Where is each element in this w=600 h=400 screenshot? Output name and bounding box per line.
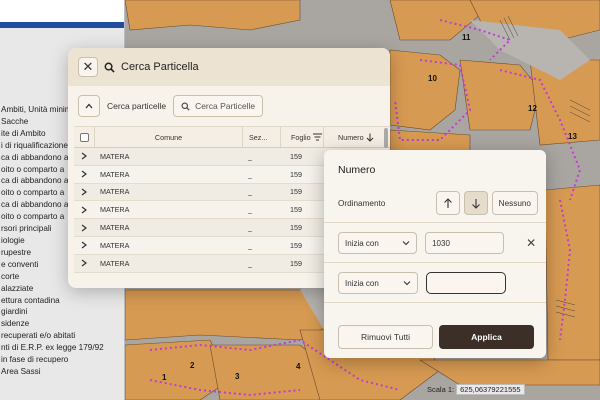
cell-sezione: _ — [248, 205, 252, 215]
cell-sezione: _ — [248, 258, 252, 268]
legend-item[interactable]: sidenze — [0, 318, 124, 330]
sort-row: Ordinamento Nessuno — [338, 190, 538, 216]
arrow-down-icon — [366, 133, 373, 142]
expand-row-icon[interactable] — [74, 148, 94, 165]
cell-foglio: 159 — [290, 240, 302, 250]
cell-foglio: 159 — [290, 187, 302, 197]
map-label-2: 2 — [190, 361, 195, 370]
expand-row-icon[interactable] — [74, 166, 94, 183]
map-label-3: 3 — [235, 372, 240, 381]
select-all-cell — [74, 127, 94, 147]
table-scrollbar[interactable] — [384, 128, 388, 148]
filter-value-input[interactable]: 1030 — [425, 232, 505, 254]
operator-select[interactable]: Inizia con — [338, 272, 418, 294]
chevron-down-icon — [403, 281, 411, 286]
map-label-4: 4 — [296, 362, 301, 371]
remove-condition-icon[interactable]: ✕ — [524, 236, 538, 250]
expand-row-icon[interactable] — [74, 201, 94, 218]
cell-foglio: 159 — [290, 223, 302, 233]
legend-item[interactable]: ettura contadina — [0, 295, 124, 307]
table-header: Comune Sez... Foglio Numero — [74, 126, 390, 148]
sort-ascending-button[interactable] — [435, 191, 460, 215]
operator-select-value: Inizia con — [345, 278, 379, 288]
sort-label: Ordinamento — [338, 198, 386, 208]
expand-row-icon[interactable] — [74, 237, 94, 254]
filter-title: Numero — [338, 164, 376, 176]
divider — [324, 262, 546, 263]
dialog-header: ✕ Cerca Particella — [68, 48, 390, 86]
scale-input[interactable]: 625,06379221555 — [456, 384, 525, 395]
column-sezione[interactable]: Sez... — [242, 127, 280, 147]
sort-descending-button[interactable] — [463, 191, 488, 215]
dialog-title: Cerca Particella — [121, 61, 199, 73]
search-parcels-label: Cerca Particelle — [195, 101, 256, 111]
chevron-down-icon — [402, 241, 410, 246]
apply-button[interactable]: Applica — [439, 325, 534, 349]
cell-comune: MATERA — [100, 169, 130, 179]
map-label-10: 10 — [428, 74, 437, 83]
expand-row-icon[interactable] — [74, 184, 94, 201]
filter-condition-row: Inizia con — [338, 272, 538, 294]
map-label-1: 1 — [162, 373, 167, 382]
cell-comune: MATERA — [100, 258, 130, 268]
close-button[interactable]: ✕ — [78, 57, 98, 77]
column-numero[interactable]: Numero — [323, 127, 378, 147]
scale-label: Scala 1: — [427, 385, 455, 394]
cell-sezione: _ — [248, 187, 252, 197]
cell-foglio: 159 — [290, 258, 302, 268]
close-icon: ✕ — [82, 59, 94, 74]
column-foglio[interactable]: Foglio — [280, 127, 323, 147]
toolbar-label: Cerca particelle — [107, 101, 167, 111]
operator-select-value: Inizia con — [345, 238, 379, 248]
expand-row-icon[interactable] — [74, 255, 94, 272]
cell-comune: MATERA — [100, 223, 130, 233]
legend-header — [0, 0, 124, 28]
filter-icon[interactable] — [312, 133, 322, 141]
cell-sezione: _ — [248, 223, 252, 233]
remove-all-button[interactable]: Rimuovi Tutti — [338, 325, 433, 349]
cell-comune: MATERA — [100, 240, 130, 250]
cell-sezione: _ — [248, 169, 252, 179]
collapse-button[interactable] — [78, 95, 100, 117]
cell-comune: MATERA — [100, 187, 130, 197]
legend-item[interactable]: in fase di recupero — [0, 354, 124, 366]
search-icon — [181, 101, 190, 111]
legend-item[interactable]: Area Sassi — [0, 366, 124, 378]
search-parcels-button[interactable]: Cerca Particelle — [173, 95, 264, 117]
arrow-up-icon — [443, 197, 452, 208]
expand-row-icon[interactable] — [74, 219, 94, 236]
cell-comune: MATERA — [100, 205, 130, 215]
search-icon — [104, 62, 115, 73]
filter-condition-row: Inizia con 1030 ✕ — [338, 232, 538, 254]
column-numero-label: Numero — [338, 132, 364, 142]
divider — [324, 302, 546, 303]
divider — [324, 222, 546, 223]
cell-foglio: 159 — [290, 169, 302, 179]
legend-item[interactable]: recuperati e/o abitati — [0, 330, 124, 342]
chevron-up-icon — [85, 103, 93, 109]
dialog-toolbar: Cerca particelle Cerca Particelle — [68, 86, 390, 126]
cell-comune: MATERA — [100, 151, 130, 161]
sort-none-button[interactable]: Nessuno — [491, 191, 538, 215]
cell-foglio: 159 — [290, 151, 302, 161]
map-scale: Scala 1: 625,06379221555 — [427, 384, 525, 395]
arrow-down-icon — [471, 198, 480, 209]
map-label-12: 12 — [528, 104, 537, 113]
select-all-checkbox[interactable] — [79, 132, 89, 142]
legend-header-accent — [0, 22, 124, 28]
cell-sezione: _ — [248, 151, 252, 161]
legend-item[interactable]: giardini — [0, 306, 124, 318]
cell-sezione: _ — [248, 240, 252, 250]
legend-item[interactable]: nti di E.R.P. ex legge 179/92 — [0, 342, 124, 354]
column-foglio-label: Foglio — [291, 132, 311, 142]
cell-foglio: 159 — [290, 205, 302, 215]
operator-select[interactable]: Inizia con — [338, 232, 418, 254]
map-label-13: 13 — [568, 132, 577, 141]
column-filter-popover: Numero Ordinamento Nessuno Inizia con 10… — [324, 150, 546, 358]
column-comune[interactable]: Comune — [94, 127, 242, 147]
filter-value-input[interactable] — [426, 272, 506, 294]
map-label-11: 11 — [462, 33, 471, 42]
